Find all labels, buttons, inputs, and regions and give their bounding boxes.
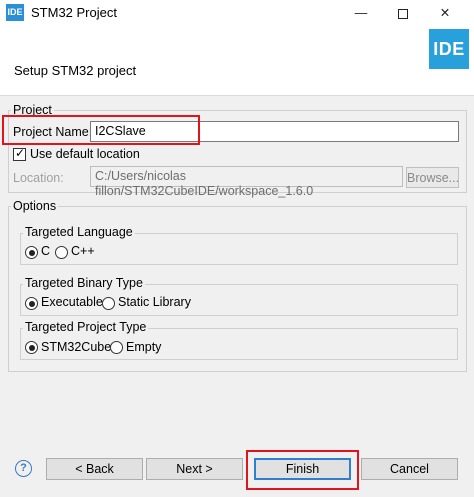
maximize-icon [398, 8, 408, 19]
checkmark-icon: ✓ [15, 146, 26, 160]
radio-project-empty[interactable] [110, 341, 123, 354]
finish-button-highlight [246, 450, 359, 490]
back-button[interactable]: < Back [46, 458, 143, 480]
project-type-group-legend: Targeted Project Type [23, 320, 149, 334]
radio-binary-static-library-label: Static Library [118, 295, 191, 309]
close-button[interactable]: ✕ [430, 2, 460, 24]
default-location-label: Use default location [30, 147, 140, 161]
location-label: Location: [13, 171, 64, 185]
location-input[interactable]: C:/Users/nicolas fillon/STM32CubeIDE/wor… [90, 166, 403, 198]
project-name-highlight [2, 115, 200, 145]
radio-language-cpp[interactable] [55, 246, 68, 259]
radio-language-cpp-label: C++ [71, 244, 95, 258]
options-group-legend: Options [11, 199, 59, 213]
radio-language-c-label: C [41, 244, 51, 258]
radio-language-c[interactable] [25, 246, 38, 259]
radio-binary-executable-label: Executable [41, 295, 103, 309]
wizard-header [0, 26, 474, 96]
radio-selected-dot [28, 344, 35, 351]
window-title: STM32 Project [31, 5, 117, 20]
radio-binary-static-library[interactable] [102, 297, 115, 310]
minimize-button[interactable]: — [346, 2, 376, 24]
wizard-subtitle: Setup STM32 project [14, 63, 137, 78]
maximize-button[interactable] [388, 2, 418, 24]
help-icon[interactable]: ? [15, 460, 32, 477]
radio-selected-dot [28, 249, 35, 256]
app-icon: IDE [6, 4, 24, 21]
binary-type-group-legend: Targeted Binary Type [23, 276, 145, 290]
radio-selected-dot [28, 300, 35, 307]
default-location-checkbox[interactable]: ✓ [13, 146, 26, 161]
browse-button[interactable]: Browse... [406, 167, 459, 188]
ide-logo: IDE [429, 29, 469, 69]
cancel-button[interactable]: Cancel [361, 458, 458, 480]
radio-binary-executable[interactable] [25, 297, 38, 310]
radio-project-stm32cube[interactable] [25, 341, 38, 354]
language-group-legend: Targeted Language [23, 225, 135, 239]
next-button[interactable]: Next > [146, 458, 243, 480]
radio-project-stm32cube-label: STM32Cube [41, 340, 112, 354]
radio-project-empty-label: Empty [126, 340, 162, 354]
